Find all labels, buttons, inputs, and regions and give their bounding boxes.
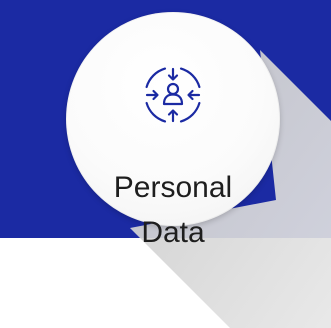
title-line-1: Personal [113, 171, 233, 204]
title-line-2: Data [141, 216, 205, 249]
person-target-icon [145, 67, 201, 123]
personal-data-tile: Personal Data [0, 0, 331, 328]
